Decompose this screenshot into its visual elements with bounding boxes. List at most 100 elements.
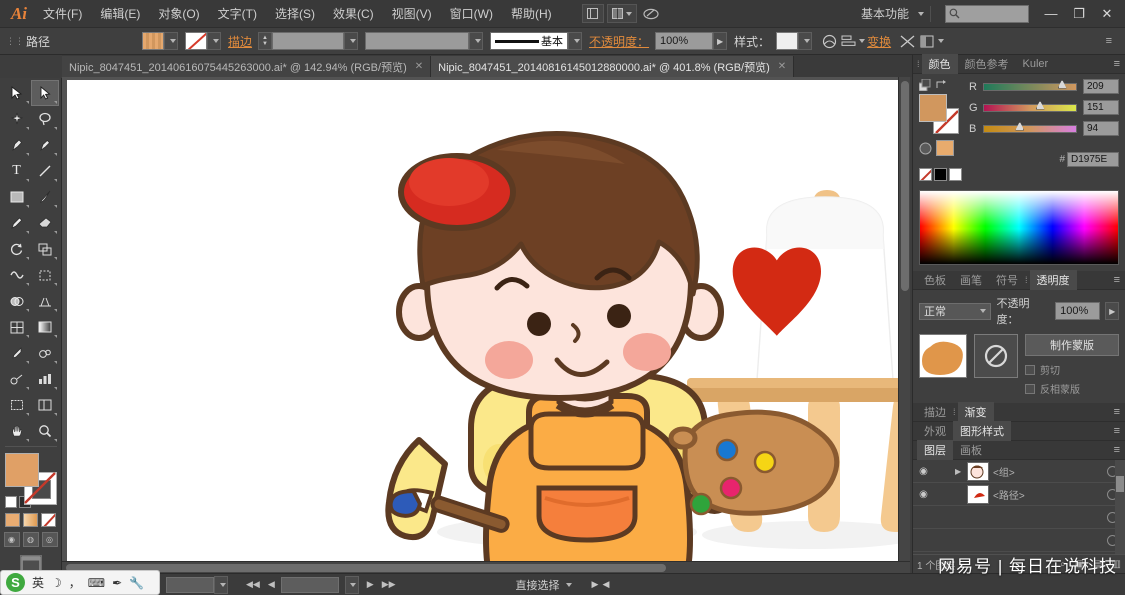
menu-type[interactable]: 文字(T) [209, 1, 266, 26]
status-nav-next-icon[interactable]: ▶ [592, 579, 599, 590]
gradient-swatch-button[interactable] [23, 513, 38, 527]
tab-color-guide[interactable]: 颜色参考 [958, 54, 1016, 74]
make-mask-button[interactable]: 制作蒙版 [1025, 334, 1119, 356]
ime-mode-label[interactable]: 英 [32, 574, 44, 591]
tool-mesh[interactable] [3, 314, 31, 340]
tool-type[interactable]: T [3, 158, 31, 184]
none-color-button[interactable] [919, 168, 932, 181]
artwork-illustration[interactable] [67, 80, 899, 563]
tool-paintbrush[interactable] [31, 184, 59, 210]
isolate-icon[interactable] [897, 32, 917, 51]
clip-checkbox[interactable] [1025, 364, 1035, 375]
swap-colors-icon[interactable] [935, 79, 947, 91]
default-fill-stroke-icon[interactable] [4, 496, 17, 508]
opacity-control[interactable]: 100% ▶ [655, 32, 728, 50]
tool-perspective-grid[interactable] [31, 288, 59, 314]
stroke-swatch[interactable] [185, 32, 208, 50]
fill-mini-icon[interactable] [919, 79, 931, 91]
tab-layers[interactable]: 图层 [917, 440, 953, 460]
stroke-weight-dropdown[interactable] [344, 32, 359, 50]
layers-scrollbar[interactable] [1115, 460, 1125, 554]
tool-scale[interactable] [31, 236, 59, 262]
brush-definition-control[interactable] [365, 32, 484, 50]
creative-cloud-icon[interactable] [640, 4, 662, 23]
tool-column-graph[interactable] [31, 366, 59, 392]
layer-name[interactable]: <路径> [993, 487, 1107, 502]
artboard-number-dropdown[interactable] [344, 575, 359, 594]
tab-gradient[interactable]: 渐变 [957, 402, 994, 422]
minimize-button[interactable]: — [1037, 3, 1065, 25]
stroke-weight-control[interactable]: ▲ ▼ [258, 32, 359, 50]
color-slider-b[interactable]: B 94 [969, 121, 1119, 136]
keyboard-icon[interactable]: ⌨ [88, 576, 105, 590]
transform-label[interactable]: 变换 [867, 33, 891, 50]
prev-artboard-icon[interactable]: ◀ [268, 579, 275, 590]
tool-add-anchor-point[interactable] [31, 132, 59, 158]
artboard[interactable] [67, 80, 899, 563]
status-chevron-icon[interactable] [565, 582, 572, 587]
stroke-control[interactable] [185, 32, 222, 50]
fill-dropdown-button[interactable] [164, 32, 179, 50]
zoom-level-field[interactable] [166, 576, 214, 593]
draw-mode-icon[interactable] [917, 32, 947, 51]
stroke-weight-field[interactable] [272, 32, 345, 50]
black-color-button[interactable] [934, 168, 947, 181]
layers-list[interactable]: ◉ ▶ <组> ◉ <路径> [913, 460, 1125, 554]
graphic-style-dropdown[interactable] [798, 32, 813, 50]
ime-toolbar[interactable]: S 英 ☽ ， ⌨ ✒ 🔧 [0, 570, 160, 595]
next-artboard-icon[interactable]: ▶ [367, 579, 374, 590]
tool-symbol-sprayer[interactable] [3, 366, 31, 392]
tool-slice[interactable] [31, 392, 59, 418]
tool-zoom[interactable] [31, 418, 59, 444]
canvas-vertical-scrollbar[interactable] [898, 77, 910, 573]
menu-view[interactable]: 视图(V) [383, 1, 441, 26]
layers-panel-menu-icon[interactable]: ≡ [1114, 444, 1120, 456]
stroke-label[interactable]: 描边 [228, 33, 252, 50]
tab-swatches[interactable]: 色板 [917, 270, 953, 290]
tab-color[interactable]: 颜色 [921, 54, 958, 74]
ink-icon[interactable]: ✒ [112, 576, 122, 590]
table-row[interactable] [913, 506, 1125, 529]
white-color-button[interactable] [949, 168, 962, 181]
tab-brushes[interactable]: 画笔 [953, 270, 989, 290]
tool-magic-wand[interactable] [3, 106, 31, 132]
table-row[interactable]: ◉ <路径> [913, 483, 1125, 506]
layer-visibility-icon[interactable]: ◉ [916, 466, 931, 477]
color-spectrum-icon[interactable] [919, 142, 932, 155]
tab-artboards[interactable]: 画板 [953, 440, 989, 460]
tool-line-segment[interactable] [31, 158, 59, 184]
tab-transparency[interactable]: 透明度 [1029, 270, 1077, 290]
slider-value-r[interactable]: 209 [1083, 79, 1119, 94]
first-artboard-icon[interactable]: ◀◀ [246, 579, 260, 590]
fill-control[interactable] [142, 32, 179, 50]
layer-thumbnail[interactable] [967, 461, 989, 481]
chevron-down-icon[interactable] [918, 11, 924, 16]
table-row[interactable] [913, 529, 1125, 552]
menu-file[interactable]: 文件(F) [34, 1, 91, 26]
slider-value-g[interactable]: 151 [1083, 100, 1119, 115]
align-icon[interactable] [839, 32, 867, 51]
recolor-artwork-icon[interactable] [819, 32, 839, 51]
draw-normal-icon[interactable]: ◉ [3, 532, 20, 547]
tool-shape-builder[interactable] [3, 288, 31, 314]
arrange-documents-icon[interactable] [606, 4, 637, 23]
stroke-weight-stepper[interactable]: ▲ ▼ [258, 32, 273, 50]
wrench-icon[interactable]: 🔧 [129, 576, 144, 590]
menu-help[interactable]: 帮助(H) [502, 1, 561, 26]
transparency-mask-thumbnail[interactable] [974, 334, 1018, 378]
brush-definition-dropdown[interactable] [469, 32, 484, 50]
tab-kuler[interactable]: Kuler [1016, 56, 1056, 72]
menu-window[interactable]: 窗口(W) [441, 1, 502, 26]
layer-visibility-icon[interactable]: ◉ [916, 489, 931, 500]
draw-inside-icon[interactable]: ◎ [41, 532, 58, 547]
control-bar-grip[interactable]: ⋮⋮ [6, 36, 24, 47]
gradient-panel-grip[interactable]: ⁞ [953, 407, 956, 417]
transparency-object-thumbnail[interactable] [919, 334, 967, 378]
current-color-chip[interactable] [936, 140, 954, 156]
tool-blend[interactable] [31, 340, 59, 366]
tool-eraser[interactable] [31, 210, 59, 236]
color-panel-grip[interactable]: ⁞ [917, 59, 920, 69]
fill-color-swatch[interactable] [4, 452, 39, 487]
canvas-horizontal-scrollbar[interactable] [62, 561, 910, 573]
close-button[interactable]: ✕ [1093, 3, 1121, 25]
